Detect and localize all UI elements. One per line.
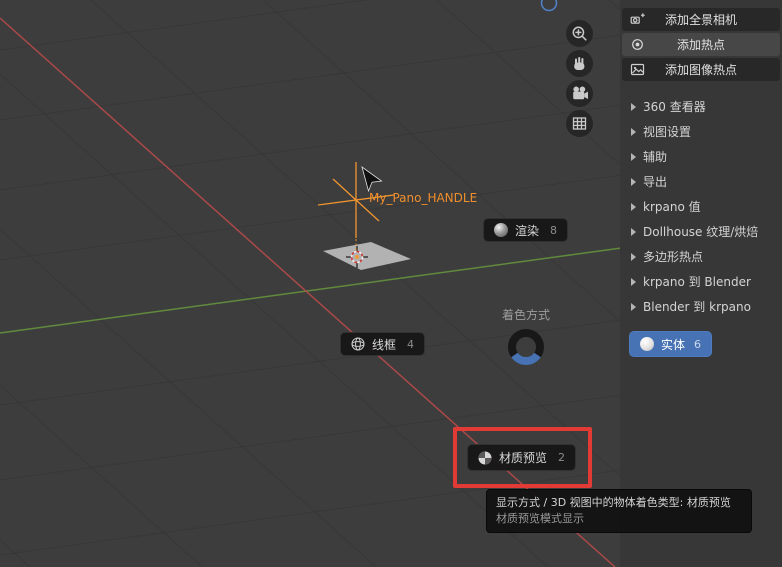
chevron-right-icon — [631, 302, 636, 311]
axis-x-red — [0, 17, 616, 567]
solid-sphere-icon — [640, 337, 654, 351]
add-pano-camera-label: 添加全景相机 — [664, 13, 737, 27]
image-hotspot-icon — [630, 63, 645, 76]
chevron-right-icon — [631, 127, 636, 136]
panel-section-assist[interactable]: 辅助 — [622, 144, 780, 169]
ortho-grid-button[interactable] — [566, 110, 593, 137]
shading-material-preview-shortcut: 2 — [558, 451, 565, 464]
camera-view-button[interactable] — [566, 80, 593, 107]
camera-view-icon — [573, 86, 588, 100]
panel-sections: 360 查看器 视图设置 辅助 导出 krpano 值 Dollhouse 纹理… — [622, 94, 780, 319]
pie-center-widget[interactable] — [504, 325, 548, 369]
empty-handle-object[interactable] — [317, 162, 395, 251]
hotspot-icon — [632, 39, 643, 50]
panel-section-label: 导出 — [643, 175, 668, 189]
chevron-right-icon — [631, 227, 636, 236]
render-sphere-icon — [494, 223, 508, 237]
add-image-hotspot-label: 添加图像热点 — [664, 63, 737, 77]
orbit-gizmo-partial[interactable] — [540, 0, 558, 12]
material-sphere-icon — [478, 451, 492, 464]
chevron-right-icon — [631, 252, 636, 261]
grid-ortho-icon — [572, 117, 587, 130]
panel-section-label: 辅助 — [643, 150, 668, 164]
shading-wireframe-button[interactable]: 线框 4 — [340, 332, 425, 356]
pano-camera-icon — [630, 13, 645, 24]
panel-section-label: krpano 值 — [643, 200, 701, 214]
mouse-cursor — [361, 166, 383, 193]
panel-section-export[interactable]: 导出 — [622, 169, 780, 194]
tooltip-line-1: 显示方式 / 3D 视图中的物体着色类型: 材质预览 — [496, 496, 731, 509]
panel-section-dollhouse-bake[interactable]: Dollhouse 纹理/烘焙 — [622, 219, 780, 244]
pie-direction-donut — [508, 329, 544, 365]
shading-rendered-shortcut: 8 — [550, 223, 557, 237]
shading-wireframe-label: 线框 — [372, 337, 397, 352]
tooltip-line-2: 材质预览模式显示 — [496, 512, 584, 525]
pan-view-button[interactable] — [566, 50, 593, 77]
chevron-right-icon — [631, 102, 636, 111]
panel-section-polygon-hotspot[interactable]: 多边形热点 — [622, 244, 780, 269]
chevron-right-icon — [631, 202, 636, 211]
add-image-hotspot-button[interactable]: 添加图像热点 — [622, 58, 780, 81]
panel-section-label: Blender 到 krpano — [643, 300, 751, 314]
panel-section-krpano-to-blender[interactable]: krpano 到 Blender — [622, 269, 780, 294]
shading-material-preview-label: 材质预览 — [499, 451, 548, 465]
pan-hand-icon — [574, 57, 585, 70]
zoom-in-button[interactable] — [566, 20, 593, 47]
add-hotspot-button[interactable]: 添加热点 — [622, 33, 780, 56]
shading-solid-label: 实体 — [661, 337, 686, 352]
shading-rendered-button[interactable]: 渲染 8 — [483, 218, 568, 242]
wireframe-sphere-icon — [351, 337, 365, 351]
shading-solid-shortcut: 6 — [694, 337, 701, 351]
panel-section-krpano-values[interactable]: krpano 值 — [622, 194, 780, 219]
panel-section-label: Dollhouse 纹理/烘焙 — [643, 225, 759, 239]
pie-menu-title: 着色方式 — [501, 308, 550, 322]
panel-section-view-settings[interactable]: 视图设置 — [622, 119, 780, 144]
zoom-in-icon — [572, 26, 587, 41]
add-hotspot-label: 添加热点 — [676, 38, 725, 52]
handle-label: My_Pano_HANDLE — [369, 191, 477, 205]
panel-section-360-viewer[interactable]: 360 查看器 — [622, 94, 780, 119]
add-pano-camera-button[interactable]: 添加全景相机 — [622, 8, 780, 31]
chevron-right-icon — [631, 177, 636, 186]
shading-wireframe-shortcut: 4 — [407, 337, 414, 351]
chevron-right-icon — [631, 152, 636, 161]
shading-material-preview-button[interactable]: 材质预览 2 — [467, 444, 576, 471]
shading-solid-button[interactable]: 实体 6 — [629, 331, 712, 357]
panel-section-label: 360 查看器 — [643, 100, 706, 114]
blender-3d-viewport: My_Pano_HANDLE 添加全景相机 添加热点 添加图像热点 360 查看… — [0, 0, 782, 567]
panel-section-label: krpano 到 Blender — [643, 275, 751, 289]
chevron-right-icon — [631, 277, 636, 286]
tooltip: 显示方式 / 3D 视图中的物体着色类型: 材质预览 材质预览模式显示 — [486, 489, 752, 533]
sidebar-panel: 添加全景相机 添加热点 添加图像热点 360 查看器 视图设置 辅助 导出 kr… — [620, 0, 782, 567]
plane-object[interactable] — [323, 242, 411, 270]
panel-section-label: 多边形热点 — [643, 250, 704, 264]
panel-section-blender-to-krpano[interactable]: Blender 到 krpano — [622, 294, 780, 319]
panel-section-label: 视图设置 — [643, 125, 692, 139]
shading-rendered-label: 渲染 — [515, 223, 540, 238]
